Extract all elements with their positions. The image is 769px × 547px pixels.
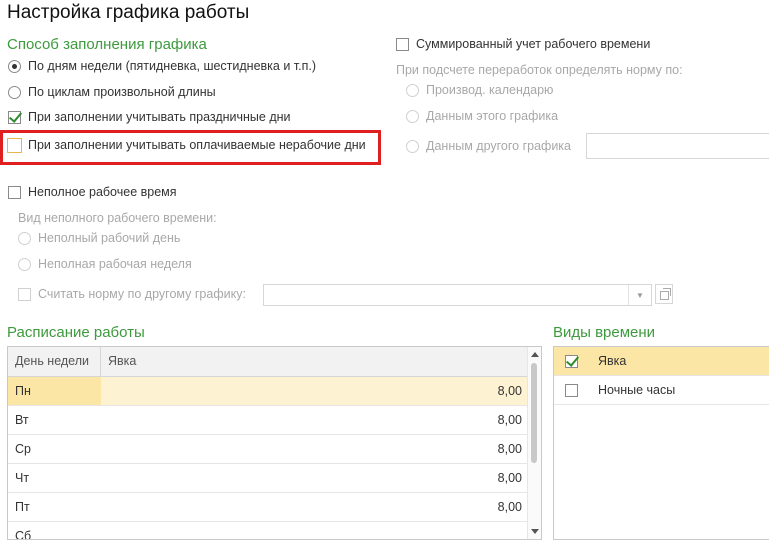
table-body: Пн 8,00 Вт 8,00 Ср 8,00 Чт 8,00 Пт 8,00 … bbox=[8, 377, 529, 539]
part-time-checkbox-row[interactable]: Неполное рабочее время bbox=[8, 181, 177, 203]
radio-production-calendar[interactable]: Производ. календарю bbox=[406, 79, 553, 101]
radio-button[interactable] bbox=[406, 83, 419, 97]
schedule-table[interactable]: День недели Явка Пн 8,00 Вт 8,00 Ср 8,00… bbox=[7, 346, 542, 540]
radio-button[interactable] bbox=[406, 139, 419, 153]
hours-cell[interactable]: 8,00 bbox=[101, 435, 529, 463]
radio-part-time-day[interactable]: Неполный рабочий день bbox=[18, 227, 180, 249]
table-row[interactable]: Ср 8,00 bbox=[8, 435, 529, 464]
fill-method-heading: Способ заполнения графика bbox=[7, 36, 207, 53]
day-cell[interactable]: Вт bbox=[8, 406, 101, 434]
time-kind-label: Явка bbox=[598, 354, 627, 368]
holidays-checkbox[interactable] bbox=[8, 110, 21, 124]
column-header-attendance[interactable]: Явка bbox=[101, 347, 529, 376]
part-time-kind-caption: Вид неполного рабочего времени: bbox=[18, 211, 217, 225]
hours-cell[interactable]: 8,00 bbox=[101, 406, 529, 434]
page-title: Настройка графика работы bbox=[7, 2, 250, 23]
time-kind-checkbox[interactable] bbox=[565, 383, 578, 397]
day-cell[interactable]: Пт bbox=[8, 493, 101, 521]
part-time-checkbox[interactable] bbox=[8, 185, 21, 199]
table-row[interactable]: Чт 8,00 bbox=[8, 464, 529, 493]
open-form-icon[interactable] bbox=[655, 284, 673, 304]
table-row[interactable]: Пт 8,00 bbox=[8, 493, 529, 522]
radio-this-schedule[interactable]: Данным этого графика bbox=[406, 105, 558, 127]
norm-other-schedule-row[interactable]: Считать норму по другому графику: bbox=[18, 283, 246, 305]
table-scrollbar[interactable] bbox=[527, 347, 541, 539]
time-kind-label: Ночные часы bbox=[598, 383, 676, 397]
paid-nonworking-checkbox-label: При заполнении учитывать оплачиваемые не… bbox=[28, 138, 366, 152]
summary-checkbox-row[interactable]: Суммированный учет рабочего времени bbox=[396, 33, 650, 55]
scroll-down-icon[interactable] bbox=[531, 529, 539, 534]
norm-caption: При подсчете переработок определять норм… bbox=[396, 63, 683, 77]
day-cell[interactable]: Ср bbox=[8, 435, 101, 463]
paid-nonworking-checkbox[interactable] bbox=[7, 137, 22, 153]
radio-part-time-week[interactable]: Неполная рабочая неделя bbox=[18, 253, 192, 275]
chevron-down-icon[interactable]: ▼ bbox=[628, 285, 651, 305]
radio-button[interactable] bbox=[8, 59, 21, 73]
radio-label: Неполный рабочий день bbox=[38, 231, 181, 245]
table-row[interactable]: Сб bbox=[8, 522, 529, 539]
time-kinds-list[interactable]: Явка Ночные часы bbox=[553, 346, 769, 540]
summary-checkbox[interactable] bbox=[396, 37, 409, 51]
radio-label: Данным другого графика bbox=[426, 139, 572, 153]
radio-other-schedule[interactable]: Данным другого графика bbox=[406, 135, 571, 157]
table-row[interactable]: Пн 8,00 bbox=[8, 377, 529, 406]
list-item[interactable]: Ночные часы bbox=[554, 376, 769, 405]
time-kinds-heading: Виды времени bbox=[553, 324, 656, 341]
summary-checkbox-label: Суммированный учет рабочего времени bbox=[416, 37, 651, 51]
hours-cell[interactable]: 8,00 bbox=[101, 493, 529, 521]
other-schedule-field[interactable] bbox=[586, 133, 769, 159]
norm-schedule-select[interactable]: ▼ bbox=[263, 284, 652, 306]
column-header-day[interactable]: День недели bbox=[8, 347, 101, 376]
radio-label: Неполная рабочая неделя bbox=[38, 257, 192, 271]
radio-button[interactable] bbox=[18, 257, 31, 271]
norm-other-schedule-checkbox[interactable] bbox=[18, 287, 31, 301]
radio-by-weekdays[interactable]: По дням недели (пятидневка, шестидневка … bbox=[8, 55, 316, 77]
radio-by-cycles[interactable]: По циклам произвольной длины bbox=[8, 81, 216, 103]
paid-nonworking-checkbox-row[interactable]: При заполнении учитывать оплачиваемые не… bbox=[7, 134, 366, 156]
radio-label: Данным этого графика bbox=[426, 109, 559, 123]
radio-button[interactable] bbox=[406, 109, 419, 123]
norm-other-schedule-label: Считать норму по другому графику: bbox=[38, 287, 246, 301]
day-cell[interactable]: Чт bbox=[8, 464, 101, 492]
radio-label: Производ. календарю bbox=[426, 83, 554, 97]
radio-label: По циклам произвольной длины bbox=[28, 85, 216, 99]
hours-cell[interactable] bbox=[101, 522, 529, 539]
hours-cell[interactable]: 8,00 bbox=[101, 464, 529, 492]
day-cell[interactable]: Пн bbox=[8, 377, 101, 405]
scroll-up-icon[interactable] bbox=[531, 352, 539, 357]
time-kind-checkbox[interactable] bbox=[565, 354, 578, 368]
scroll-thumb[interactable] bbox=[531, 363, 537, 463]
holidays-checkbox-label: При заполнении учитывать праздничные дни bbox=[28, 110, 291, 124]
holidays-checkbox-row[interactable]: При заполнении учитывать праздничные дни bbox=[8, 106, 291, 128]
schedule-heading: Расписание работы bbox=[7, 324, 145, 341]
hours-cell[interactable]: 8,00 bbox=[101, 377, 529, 405]
day-cell[interactable]: Сб bbox=[8, 522, 101, 539]
table-header: День недели Явка bbox=[8, 347, 529, 377]
part-time-checkbox-label: Неполное рабочее время bbox=[28, 185, 177, 199]
list-item[interactable]: Явка bbox=[554, 347, 769, 376]
table-row[interactable]: Вт 8,00 bbox=[8, 406, 529, 435]
radio-button[interactable] bbox=[8, 85, 21, 99]
radio-label: По дням недели (пятидневка, шестидневка … bbox=[28, 59, 317, 73]
radio-button[interactable] bbox=[18, 231, 31, 245]
